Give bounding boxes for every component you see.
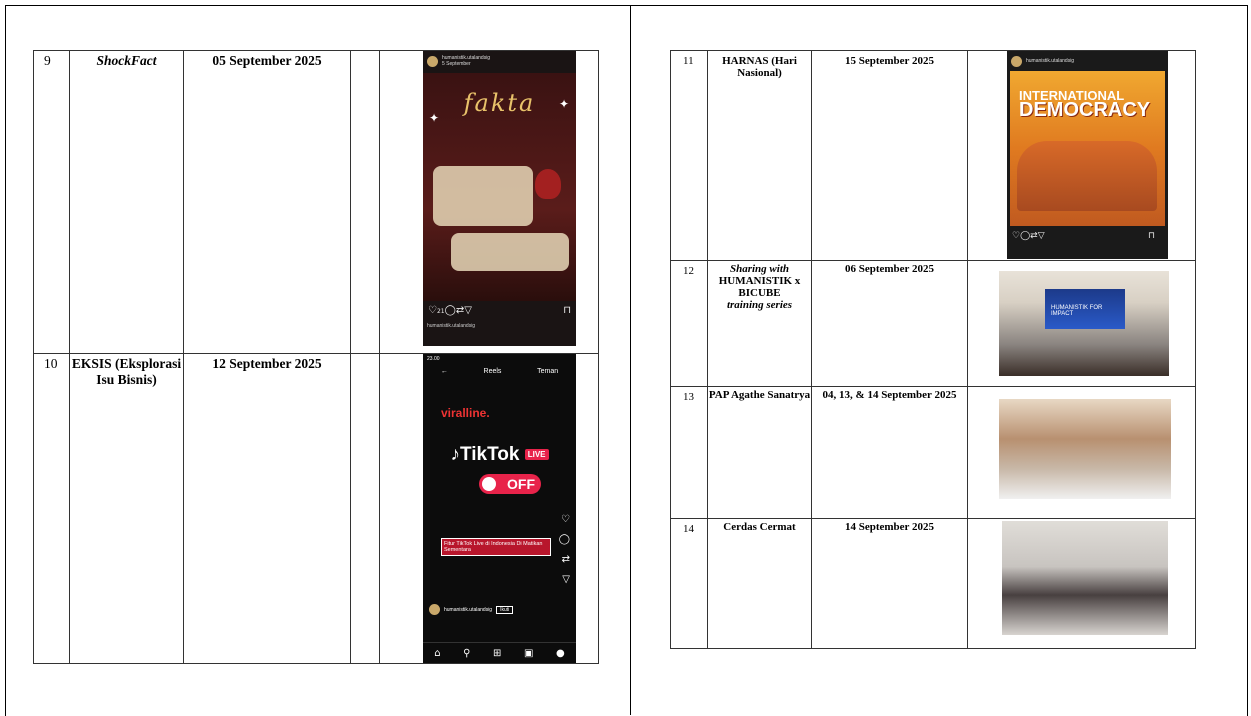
table-row: 14 Cerdas Cermat 14 September 2025 (670, 518, 1196, 649)
bookmark-icon[interactable]: ⊓ (1148, 231, 1155, 241)
poster-illustration (1017, 141, 1157, 211)
event-photo (999, 399, 1171, 499)
avatar (427, 55, 438, 67)
activity-name: ShockFact (69, 50, 184, 354)
activity-image-cell (967, 518, 1196, 649)
off-toggle: OFF (479, 474, 541, 494)
heart-illustration (535, 169, 561, 199)
share-icon[interactable]: ▽ (562, 574, 570, 585)
search-icon[interactable]: ⚲ (463, 648, 470, 659)
comment-icon[interactable]: ◯ (445, 305, 456, 316)
comment-icon[interactable]: ◯ (559, 534, 570, 545)
tab-reels[interactable]: Reels (484, 368, 502, 375)
blank-cell (350, 50, 380, 354)
repost-icon[interactable]: ⇄ (1030, 231, 1038, 241)
avatar (1011, 55, 1022, 67)
instagram-post-screenshot: humanistik.utalandsig 5 September ✦ ✦ fa… (423, 51, 576, 346)
post-actions: ♡ ◯ ⇄ ▽ ⊓ (1007, 231, 1160, 241)
text-panel (433, 166, 533, 226)
tiktok-logo: ♪TikTok LIVE (423, 444, 576, 466)
back-icon[interactable]: ← (441, 368, 448, 375)
activity-name: HARNAS (Hari Nasional) (707, 50, 812, 261)
poster-title: INTERNATIONAL DEMOCRACY (1019, 88, 1151, 121)
activity-name: EKSIS (Eksplorasi Isu Bisnis) (69, 353, 184, 664)
activity-date: 15 September 2025 (811, 50, 968, 261)
bookmark-icon[interactable]: ⊓ (563, 305, 571, 316)
reels-screenshot: 23.00 ← Reels Teman viralline. ♪TikTok L… (423, 354, 576, 663)
activity-image-cell: humanistik.utalandsig 5 September ✦ ✦ fa… (379, 50, 599, 354)
home-icon[interactable]: ⌂ (434, 648, 440, 659)
activity-name: Sharing with HUMANISTIK x BICUBE trainin… (707, 260, 812, 387)
heart-icon[interactable]: ♡ (561, 514, 570, 525)
row-number: 9 (33, 50, 70, 354)
table-row: 13 PAP Agathe Sanatrya 04, 13, & 14 Sept… (670, 386, 1196, 519)
activity-image-cell: HUMANISTIK FOR IMPACT (967, 260, 1196, 387)
event-photo (1002, 521, 1168, 635)
repost-icon[interactable]: ⇄ (456, 305, 464, 316)
account-name: humanistik.utalandsig (1026, 58, 1075, 64)
activity-date: 14 September 2025 (811, 518, 968, 649)
share-icon[interactable]: ▽ (464, 305, 472, 316)
add-icon[interactable]: ⊞ (493, 648, 501, 659)
event-photo: HUMANISTIK FOR IMPACT (999, 271, 1169, 376)
share-icon[interactable]: ▽ (1038, 231, 1045, 241)
reels-header: ← Reels Teman (423, 368, 576, 375)
row-number: 13 (670, 386, 708, 519)
heart-icon[interactable]: ♡21 (428, 305, 445, 316)
tab-teman[interactable]: Teman (537, 368, 558, 375)
reels-icon[interactable]: ▣ (524, 648, 533, 659)
profile-icon[interactable]: ● (556, 648, 565, 659)
activity-image-cell: humanistik.utalandsig INTERNATIONAL DEMO… (967, 50, 1196, 261)
post-header: humanistik.utalandsig (1007, 51, 1168, 71)
table-row: 12 Sharing with HUMANISTIK x BICUBE trai… (670, 260, 1196, 387)
bottom-nav: ⌂ ⚲ ⊞ ▣ ● (423, 642, 576, 663)
row-number: 12 (670, 260, 708, 387)
row-number: 10 (33, 353, 70, 664)
reel-author: humanistik.utalandsig Ikuti (429, 604, 514, 615)
tiktok-note-icon: ♪ (450, 444, 460, 465)
repost-icon[interactable]: ⇄ (562, 554, 570, 565)
post-header: humanistik.utalandsig 5 September (423, 51, 576, 71)
activity-name: PAP Agathe Sanatrya (707, 386, 812, 519)
account-name: humanistik.utalandsig (444, 606, 493, 613)
post-date: 5 September (442, 61, 471, 67)
blank-cell (350, 353, 380, 664)
avatar (429, 604, 440, 615)
activity-name: Cerdas Cermat (707, 518, 812, 649)
comment-icon[interactable]: ◯ (1020, 231, 1030, 241)
text-panel (451, 233, 569, 271)
activity-date: 04, 13, & 14 September 2025 (811, 386, 968, 519)
heart-icon[interactable]: ♡ (1012, 231, 1020, 241)
live-badge: LIVE (524, 449, 549, 461)
activity-date: 05 September 2025 (183, 50, 351, 354)
presentation-screen: HUMANISTIK FOR IMPACT (1045, 289, 1125, 329)
row-number: 11 (670, 50, 708, 261)
notice-banner: Fitur TikTok Live di Indonesia Di Matika… (441, 538, 551, 556)
activity-image-cell: 23.00 ← Reels Teman viralline. ♪TikTok L… (379, 353, 599, 664)
post-actions: ♡21 ◯ ⇄ ▽ ⊓ (423, 305, 576, 316)
instagram-poster-screenshot: humanistik.utalandsig INTERNATIONAL DEMO… (1007, 51, 1168, 259)
table-row: 9 ShockFact 05 September 2025 humanistik… (33, 50, 599, 354)
right-table: 11 HARNAS (Hari Nasional) 15 September 2… (670, 50, 1196, 649)
follow-button[interactable]: Ikuti (496, 605, 514, 614)
status-time: 23.00 (427, 356, 440, 362)
post-caption: humanistik.utalandsig (427, 323, 476, 329)
page-divider (630, 5, 631, 715)
post-title: fakta (463, 89, 536, 117)
activity-date: 06 September 2025 (811, 260, 968, 387)
table-row: 10 EKSIS (Eksplorasi Isu Bisnis) 12 Sept… (33, 353, 599, 664)
activity-image-cell (967, 386, 1196, 519)
brand-logo: viralline. (441, 406, 490, 420)
activity-date: 12 September 2025 (183, 353, 351, 664)
table-row: 11 HARNAS (Hari Nasional) 15 September 2… (670, 50, 1196, 261)
row-number: 14 (670, 518, 708, 649)
left-table: 9 ShockFact 05 September 2025 humanistik… (33, 50, 599, 664)
